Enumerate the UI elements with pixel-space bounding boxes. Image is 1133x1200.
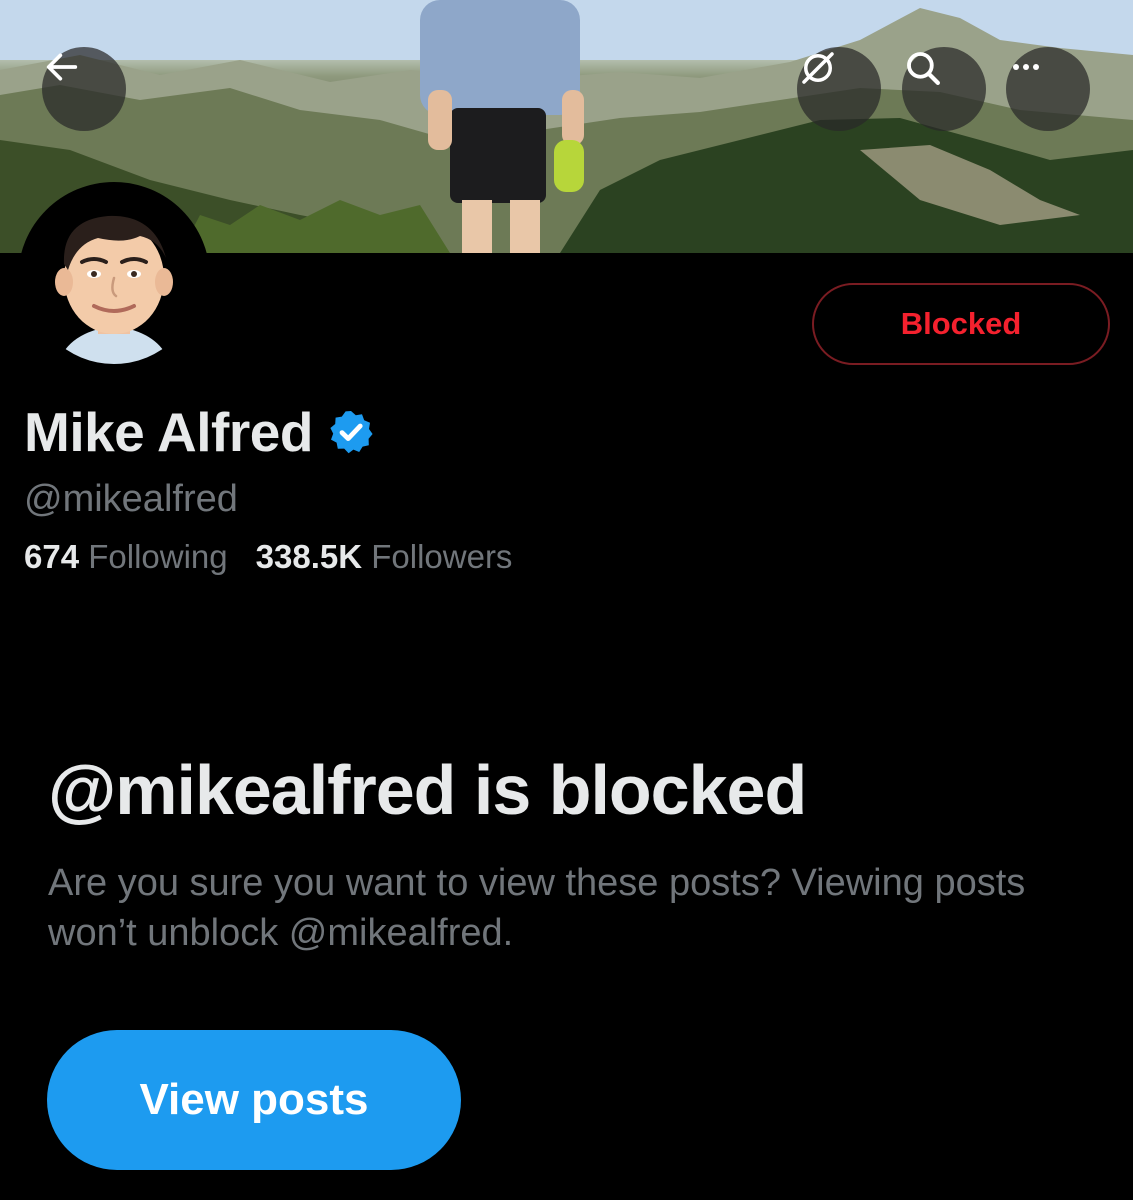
blocked-notice-title: @mikealfred is blocked — [48, 751, 807, 829]
profile-page: Blocked Mike Alfred @mikealfred 674 Foll… — [0, 0, 1133, 1200]
display-name: Mike Alfred — [24, 401, 313, 463]
search-button[interactable] — [902, 47, 986, 131]
blocked-button-label: Blocked — [900, 306, 1022, 341]
following-count: 674 — [24, 538, 80, 575]
followers-stat[interactable]: 338.5K Followers — [256, 538, 513, 576]
grok-icon — [802, 52, 834, 84]
display-name-row: Mike Alfred — [24, 400, 375, 464]
avatar-image — [28, 192, 200, 364]
followers-count: 338.5K — [255, 538, 363, 575]
following-label: Following — [88, 538, 228, 575]
back-button[interactable] — [42, 47, 126, 131]
verified-badge-icon[interactable] — [327, 408, 375, 456]
back-arrow-icon — [46, 53, 78, 81]
view-posts-button[interactable]: View posts — [47, 1030, 461, 1170]
view-posts-button-label: View posts — [139, 1075, 369, 1124]
more-options-button[interactable] — [1006, 47, 1090, 131]
search-icon — [907, 52, 940, 85]
followers-label: Followers — [371, 538, 513, 575]
following-stat[interactable]: 674 Following — [24, 538, 228, 576]
avatar-caricature-image — [28, 192, 200, 364]
more-icon — [1013, 64, 1039, 70]
follow-stats: 674 Following 338.5K Followers — [24, 538, 512, 576]
avatar[interactable] — [18, 182, 210, 374]
grok-button[interactable] — [797, 47, 881, 131]
blocked-button[interactable]: Blocked — [812, 283, 1110, 365]
blocked-notice-description: Are you sure you want to view these post… — [48, 862, 1026, 954]
profile-handle: @mikealfred — [24, 478, 238, 520]
